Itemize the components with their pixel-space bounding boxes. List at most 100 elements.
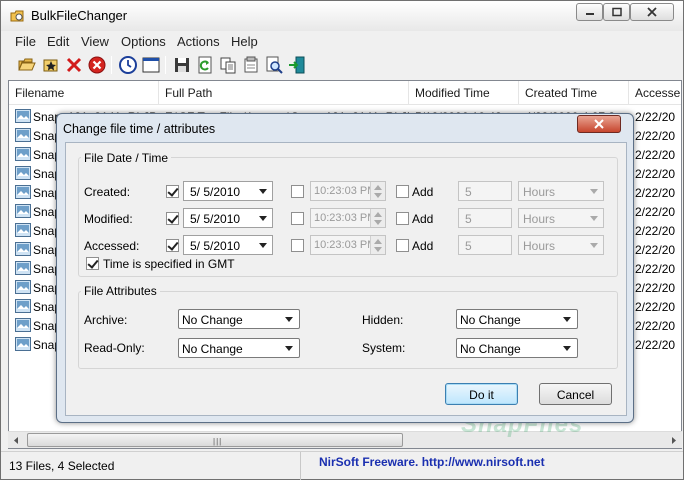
accessed-time-checkbox[interactable] [291,239,304,252]
dialog-close-button[interactable] [577,115,621,133]
find-button[interactable] [264,55,284,75]
hidden-label: Hidden: [362,313,404,327]
image-file-icon [15,223,31,237]
open-folder-button[interactable] [17,55,37,75]
close-button[interactable] [630,3,674,21]
save-button[interactable] [172,55,192,75]
menu-bar: File Edit View Options Actions Help [1,31,683,51]
archive-select[interactable]: No Change [178,309,300,329]
created-date-picker[interactable]: 5/ 5/2010 [183,181,273,201]
created-unit-select: Hours [518,181,604,201]
cancel-button[interactable]: Cancel [539,383,612,405]
minimize-icon [585,13,594,15]
date-time-group-label: File Date / Time [81,151,172,165]
file-attributes-group-label: File Attributes [81,284,160,298]
menu-edit[interactable]: Edit [47,34,69,49]
save-icon [175,58,189,72]
modified-unit-select: Hours [518,208,604,228]
column-header-created-time[interactable]: Created Time [519,81,629,105]
toolbar-separator [165,56,166,74]
cell-accessed-time: 2/22/20 [635,129,676,143]
change-time-dialog: Change file time / attributes File Date … [56,113,634,423]
column-header-filename[interactable]: Filename [9,81,159,105]
chevron-down-icon [285,346,293,351]
accessed-add-checkbox[interactable] [396,239,409,252]
read-only-select[interactable]: No Change [178,338,300,358]
window-button[interactable] [141,55,161,75]
created-amount-value: 5 [465,185,472,199]
delete-button[interactable] [64,55,84,75]
menu-file[interactable]: File [15,34,36,49]
scrollbar-thumb[interactable]: ||| [27,433,403,447]
exit-button[interactable] [287,55,307,75]
modified-date-checkbox[interactable] [166,212,179,225]
column-header-full-path[interactable]: Full Path [159,81,409,105]
menu-help[interactable]: Help [231,34,258,49]
title-bar[interactable]: BulkFileChanger [1,1,683,31]
modified-date-value: 5/ 5/2010 [190,212,241,226]
clear-button[interactable] [87,55,107,75]
modified-add-label: Add [412,212,434,226]
dialog-body: File Date / Time Created: 5/ 5/2010 10:23:… [65,142,627,416]
maximize-icon [611,7,622,17]
system-select[interactable]: No Change [456,338,578,358]
add-files-button[interactable] [41,55,61,75]
close-icon [647,7,657,17]
do-it-button[interactable]: Do it [445,383,518,405]
change-time-button[interactable] [118,55,138,75]
properties-icon [244,56,258,73]
cell-accessed-time: 2/22/20 [635,338,676,352]
created-time-value: 10:23:03 PM [314,185,377,197]
menu-actions[interactable]: Actions [177,34,220,49]
created-add-checkbox[interactable] [396,185,409,198]
toolbar-separator [111,56,112,74]
spin-down-icon [374,220,382,225]
accessed-label: Accessed: [84,239,140,253]
created-label: Created: [84,185,131,199]
created-add-label: Add [412,185,434,199]
modified-add-checkbox[interactable] [396,212,409,225]
window-title: BulkFileChanger [31,8,128,23]
copy-button[interactable] [218,55,238,75]
gmt-checkbox[interactable] [86,257,99,270]
properties-button[interactable] [241,55,261,75]
minimize-button[interactable] [576,3,603,21]
cell-accessed-time: 2/22/20 [635,167,676,181]
read-only-label: Read-Only: [84,341,145,355]
modified-date-picker[interactable]: 5/ 5/2010 [183,208,273,228]
created-unit-value: Hours [523,185,556,199]
column-header-accessed-time[interactable]: Accesse [629,81,681,105]
chevron-down-icon [590,243,598,248]
image-file-icon [15,318,31,332]
maximize-button[interactable] [603,3,630,21]
modified-time-field: 10:23:03 PM [310,208,386,228]
accessed-unit-select: Hours [518,235,604,255]
cell-accessed-time: 2/22/20 [635,205,676,219]
menu-view[interactable]: View [81,34,109,49]
cell-accessed-time: 2/22/20 [635,281,676,295]
clear-icon [88,56,106,74]
hidden-select[interactable]: No Change [456,309,578,329]
accessed-date-picker[interactable]: 5/ 5/2010 [183,235,273,255]
created-date-value: 5/ 5/2010 [190,185,241,199]
refresh-icon [198,56,212,74]
created-time-field: 10:23:03 PM [310,181,386,201]
chevron-down-icon [590,216,598,221]
accessed-date-checkbox[interactable] [166,239,179,252]
refresh-button[interactable] [195,55,215,75]
created-date-checkbox[interactable] [166,185,179,198]
gmt-label: Time is specified in GMT [103,257,235,271]
close-icon [594,119,604,129]
accessed-unit-value: Hours [523,239,556,253]
column-header-modified-time[interactable]: Modified Time [409,81,519,105]
nirsoft-link[interactable]: NirSoft Freeware. http://www.nirsoft.net [319,455,545,469]
dialog-title: Change file time / attributes [63,122,216,136]
open-folder-icon [18,58,36,71]
image-file-icon [15,280,31,294]
created-time-checkbox[interactable] [291,185,304,198]
menu-options[interactable]: Options [121,34,166,49]
list-header: Filename Full Path Modified Time Created… [9,81,681,105]
scroll-right-icon[interactable] [665,432,682,449]
scroll-left-icon[interactable] [8,432,25,449]
modified-time-checkbox[interactable] [291,212,304,225]
